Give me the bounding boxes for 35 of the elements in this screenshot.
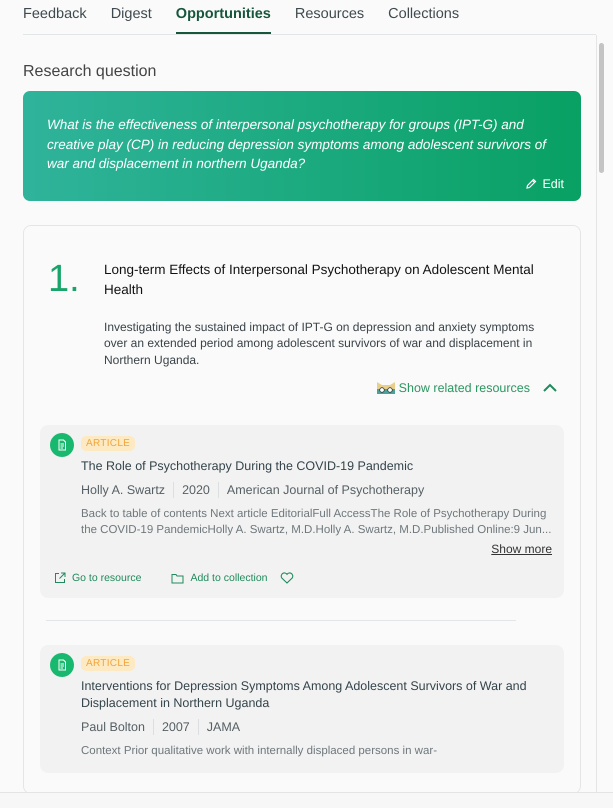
document-icon	[50, 433, 74, 457]
resource-abstract: Context Prior qualitative work with internally displaced persons in war-	[81, 744, 438, 759]
year: 2007	[162, 720, 190, 734]
tab[interactable]: Opportunities	[176, 0, 271, 34]
tab[interactable]: Feedback	[23, 0, 87, 34]
article-badge: ARTICLE	[81, 656, 136, 671]
opportunity-title: Long-term Effects of Interpersonal Psychotherapy on Adolescent Mental Health	[104, 260, 535, 298]
folder-icon	[171, 572, 184, 584]
author: Paul Bolton	[81, 720, 145, 734]
go-to-resource-link[interactable]: Go to resource	[54, 572, 142, 584]
question-text: What is the effectiveness of interpersonal psychotherapy for groups (IPT-G) and creative play (CP) in reducing depression symptoms among adolescent survivors of war and displacement in northern Uganda?	[47, 116, 548, 173]
opportunity-description: Investigating the sustained impact of IPT-G on depression and anxiety symptoms over an extended period among adolescent survivors of war and displacement in Northern Uganda.	[104, 318, 536, 368]
related-resources-toggle[interactable]: Show related resources	[398, 381, 558, 395]
article-badge: ARTICLE	[81, 436, 136, 451]
tab[interactable]: Resources	[294, 0, 364, 34]
animal-face-icon	[374, 380, 397, 396]
journal: JAMA	[206, 720, 240, 734]
show-more-link[interactable]: Show more	[491, 542, 552, 556]
section-heading: Research question	[23, 63, 158, 81]
document-icon	[50, 653, 74, 677]
scrollbar-thumb[interactable]	[599, 43, 604, 173]
heart-icon[interactable]	[280, 572, 294, 584]
chevron-icon	[542, 383, 558, 393]
pencil-icon	[525, 178, 538, 190]
resource-title: Interventions for Depression Symptoms Among Adolescent Survivors of War and Displacement in Northern Uganda	[81, 678, 528, 712]
resource-abstract: Back to table of contents Next article EditorialFull AccessThe Role of Psychotherapy During the COVID-19 PandemicHolly A. Swartz, M.D.Holly A. Swartz, M.D.Published Online:9 Jun...	[81, 507, 552, 538]
year: 2020	[182, 483, 210, 497]
add-to-collection-link[interactable]: Add to collection	[171, 572, 268, 584]
opportunity-number: 1.	[47, 260, 81, 302]
journal: American Journal of Psychotherapy	[226, 483, 424, 497]
external-link-icon	[54, 572, 66, 584]
resource-title: The Role of Psychotherapy During the COVID-19 Pandemic	[81, 458, 414, 475]
tab[interactable]: Digest	[110, 0, 152, 34]
tab[interactable]: Collections	[388, 0, 460, 34]
author: Holly A. Swartz	[81, 483, 166, 497]
